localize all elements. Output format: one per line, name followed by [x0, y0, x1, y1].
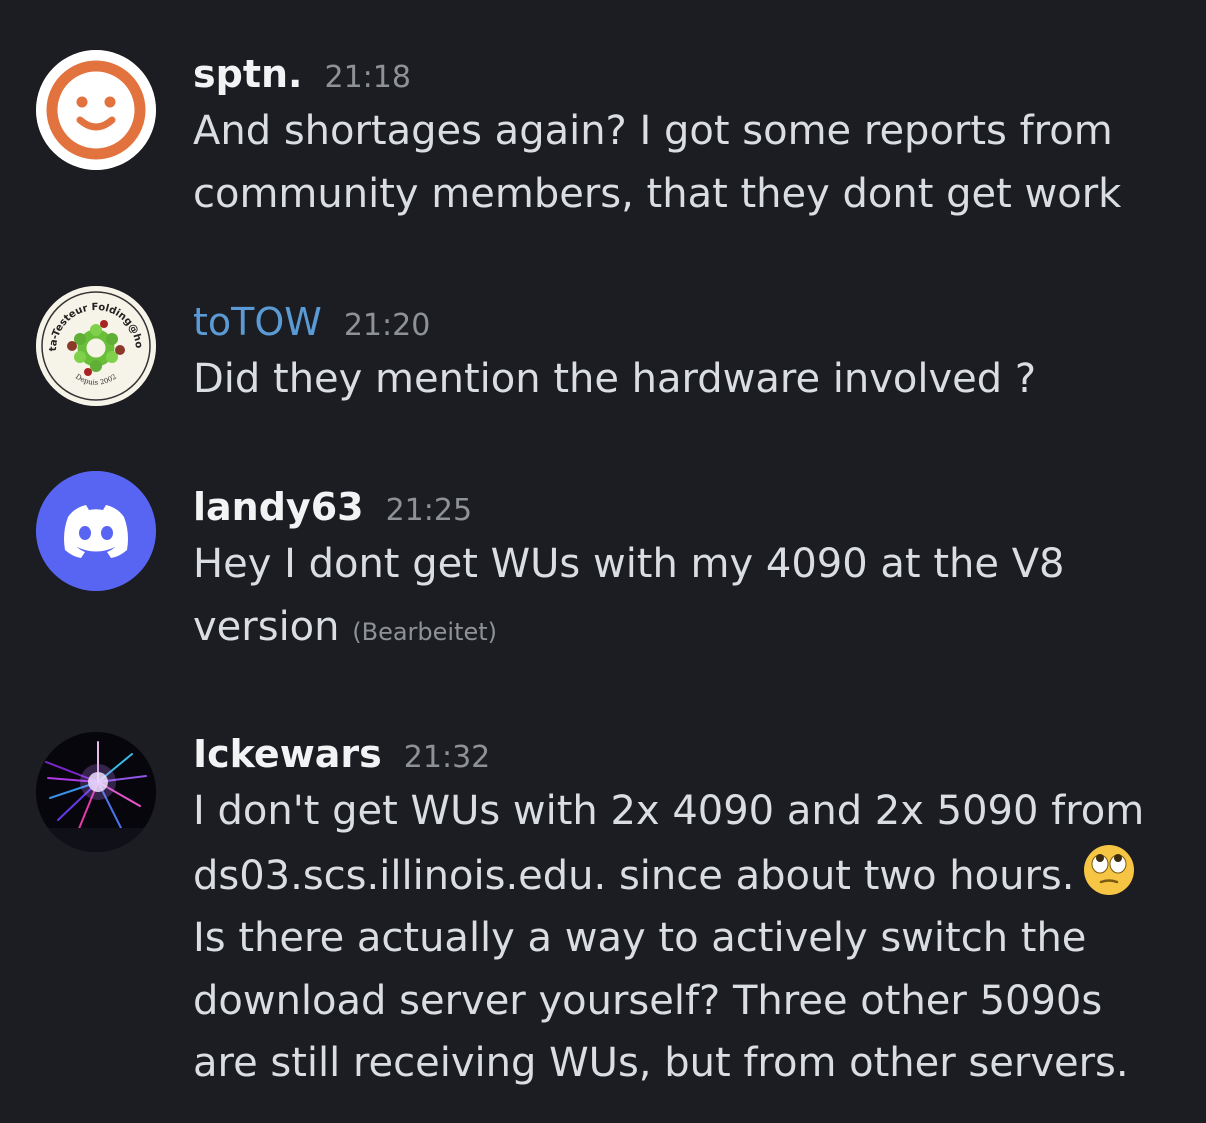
message-content: landy63 21:25 Hey I dont get WUs with my…	[193, 481, 1166, 663]
message-text: Hey I dont get WUs with my 4090 at the V…	[193, 533, 1166, 663]
message-text: Did they mention the hardware involved ?	[193, 356, 1037, 402]
avatar[interactable]	[36, 732, 156, 852]
message-header: toTOW 21:20	[193, 296, 1166, 348]
message-text-part: I don't get WUs with 2x 4090 and 2x 5090…	[193, 788, 1145, 899]
message-text-body: Hey I dont get WUs with my 4090 at the V…	[193, 541, 1065, 650]
timestamp[interactable]: 21:18	[324, 60, 410, 95]
username[interactable]: landy63	[193, 481, 364, 533]
avatar[interactable]	[36, 50, 156, 170]
laser-light-show-photo	[36, 732, 156, 852]
username[interactable]: sptn.	[193, 48, 302, 100]
avatar[interactable]: Beta-Testeur Folding@home Depuis 2002	[36, 286, 156, 406]
avatar[interactable]	[36, 471, 156, 591]
discord-logo-icon	[36, 471, 156, 591]
rolling-eyes-emoji-icon	[1084, 844, 1135, 895]
username[interactable]: toTOW	[193, 296, 322, 348]
message-text: And shortages again? I got some reports …	[193, 108, 1122, 217]
smiley-face-icon	[36, 50, 156, 170]
beta-testeur-folding-at-home-badge: Beta-Testeur Folding@home Depuis 2002	[36, 286, 156, 406]
message-header: landy63 21:25	[193, 481, 1166, 533]
timestamp[interactable]: 21:20	[344, 308, 430, 343]
message-content: toTOW 21:20 Did they mention the hardwar…	[193, 296, 1166, 411]
timestamp[interactable]: 21:32	[404, 740, 490, 775]
username[interactable]: Ickewars	[193, 728, 382, 780]
message-text-part: Is there actually a way to actively swit…	[193, 915, 1129, 1086]
message-header: Ickewars 21:32	[193, 728, 1166, 780]
message-text: I don't get WUs with 2x 4090 and 2x 5090…	[193, 780, 1166, 1095]
chat-message-list: sptn. 21:18 And shortages again? I got s…	[0, 0, 1206, 1123]
timestamp[interactable]: 21:25	[386, 493, 472, 528]
message-content: Ickewars 21:32 I don't get WUs with 2x 4…	[193, 728, 1166, 1095]
edited-label: (Bearbeitet)	[352, 617, 498, 646]
message-header: sptn. 21:18	[193, 48, 1166, 100]
message-content: sptn. 21:18 And shortages again? I got s…	[193, 48, 1166, 225]
